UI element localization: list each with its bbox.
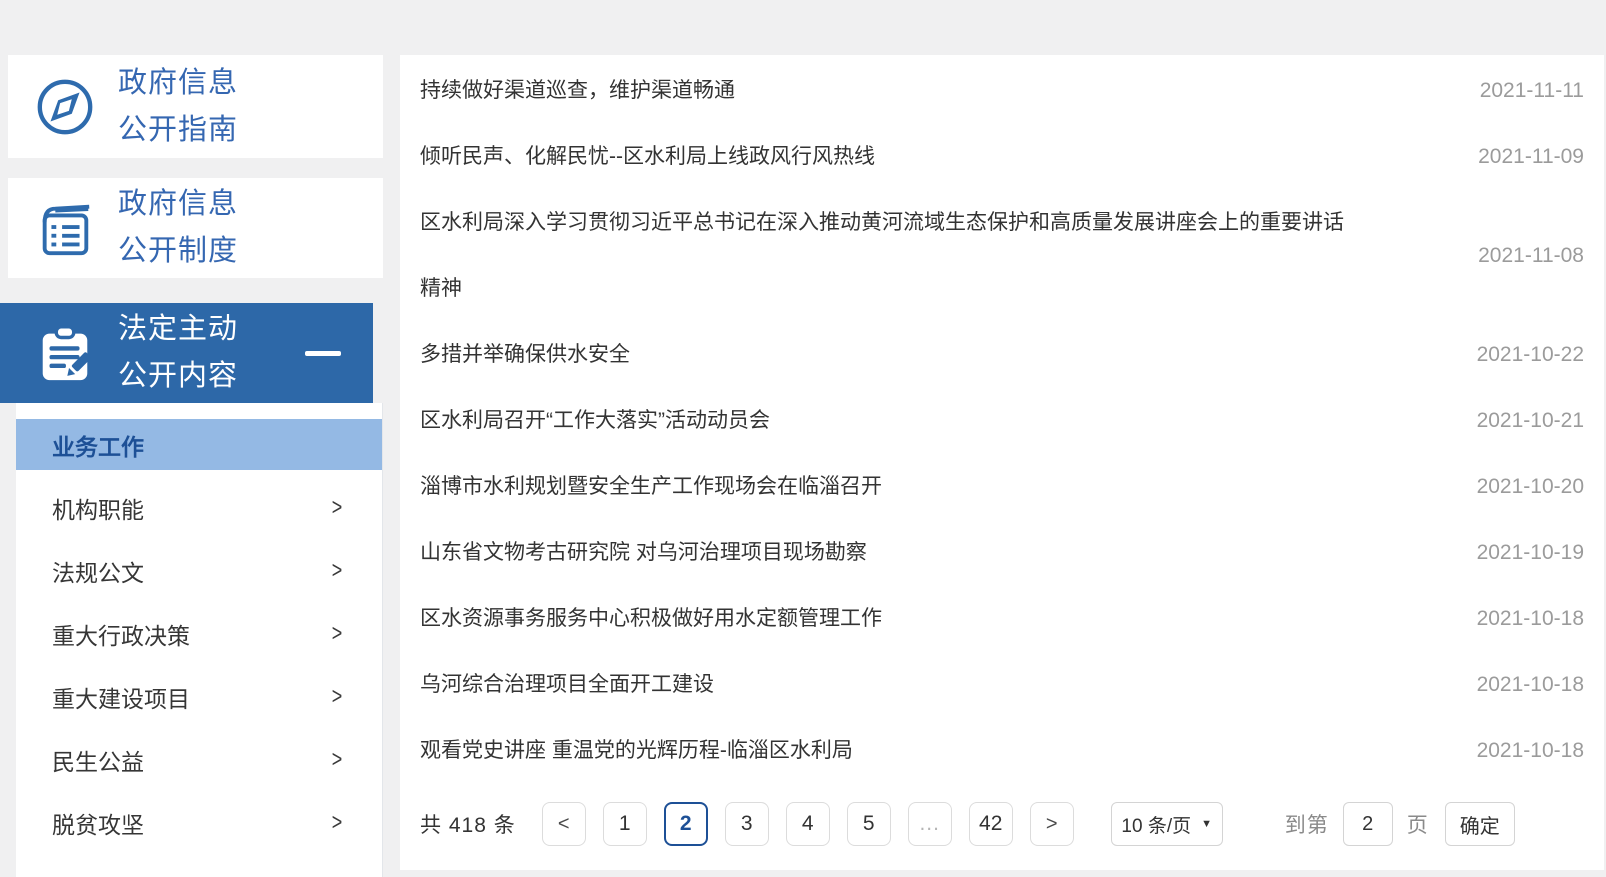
goto-page-prefix-label: 到第 [1284,814,1329,837]
news-date: 2021-10-18 [1476,673,1584,696]
news-row: 区水资源事务服务中心积极做好用水定额管理工作 2021-10-18 [420,586,1584,652]
sub-item-label: 重大行政决策 [52,622,190,649]
page-button-42[interactable]: 42 [968,802,1013,846]
news-date: 2021-10-18 [1476,607,1584,630]
news-row: 乌河综合治理项目全面开工建设 2021-10-18 [420,652,1584,718]
news-row: 多措并举确保供水安全 2021-10-22 [420,322,1584,388]
news-row: 区水利局召开“工作大落实”活动动员会 2021-10-21 [420,388,1584,454]
goto-page-input[interactable] [1342,802,1393,846]
news-row: 观看党史讲座 重温党的光辉历程-临淄区水利局 2021-10-18 [420,718,1584,784]
news-title-link[interactable]: 多措并举确保供水安全 [420,322,630,388]
sidebar-guide-label-line1: 政府信息 [118,66,239,99]
sidebar-item-poverty-alleviation[interactable]: 脱贫攻坚 > [16,797,382,848]
caret-down-icon: ▼ [1201,818,1213,830]
goto-page-suffix-label: 页 [1406,814,1429,837]
chevron-right-icon: > [331,808,343,836]
news-row: 倾听民声、化解民忧--区水利局上线政风行风热线 2021-11-09 [420,124,1584,190]
confirm-button[interactable]: 确定 [1444,802,1515,846]
page-ellipsis-button[interactable]: ... [907,802,952,846]
news-title-link[interactable]: 淄博市水利规划暨安全生产工作现场会在临淄召开 [420,454,882,520]
page-size-select[interactable]: 10 条/页 ▼ [1110,802,1223,846]
compass-icon [37,79,93,134]
news-title-link[interactable]: 区水利局深入学习贯彻习近平总书记在深入推动黄河流域生态保护和高质量发展讲座会上的… [420,190,1360,322]
news-date: 2021-10-19 [1476,541,1584,564]
chevron-right-icon: > [331,619,343,647]
sidebar-item-regulations[interactable]: 法规公文 > [16,545,382,596]
news-title-link[interactable]: 倾听民声、化解民忧--区水利局上线政风行风热线 [420,124,875,190]
news-row: 持续做好渠道巡查，维护渠道畅通 2021-11-11 [420,58,1584,124]
prev-page-button[interactable]: < [541,802,586,846]
sidebar-item-org-functions[interactable]: 机构职能 > [16,482,382,533]
sidebar-legal-label-line1: 法定主动 [118,313,239,345]
book-icon [42,204,90,256]
news-title-link[interactable]: 观看党史讲座 重温党的光辉历程-临淄区水利局 [420,718,853,784]
news-date: 2021-10-22 [1476,343,1584,366]
news-date: 2021-11-09 [1478,145,1584,168]
sidebar-item-public-welfare[interactable]: 民生公益 > [16,734,382,785]
sidebar-legal-label-line2: 公开内容 [118,360,239,392]
page-button-5[interactable]: 5 [846,802,891,846]
chevron-right-icon: > [331,682,343,710]
news-row: 山东省文物考古研究院 对乌河治理项目现场勘察 2021-10-19 [420,520,1584,586]
news-row: 淄博市水利规划暨安全生产工作现场会在临淄召开 2021-10-20 [420,454,1584,520]
page-button-4[interactable]: 4 [785,802,830,846]
clipboard-pencil-icon [42,325,91,381]
chevron-right-icon: > [331,493,343,521]
news-title-link[interactable]: 区水利局召开“工作大落实”活动动员会 [420,388,770,454]
sidebar-item-legal-active-disclosure[interactable]: 法定主动 公开内容 [0,303,373,403]
sidebar-system-label-line2: 公开制度 [118,235,239,267]
news-title-link[interactable]: 山东省文物考古研究院 对乌河治理项目现场勘察 [420,520,867,586]
page-button-1[interactable]: 1 [602,802,647,846]
page-size-value: 10 条/页 [1121,815,1192,837]
news-date: 2021-11-08 [1478,244,1584,267]
chevron-right-icon: > [331,745,343,773]
sub-item-label: 民生公益 [52,748,144,775]
sub-item-label: 重大建设项目 [52,685,190,712]
sidebar-item-business-work[interactable]: 业务工作 [16,419,382,470]
pagination-bar: 共 418 条 < 1 2 3 4 5 ... 42 > 10 条/页 ▼ 到第… [420,802,1584,846]
sidebar-item-gov-info-system[interactable]: 政府信息 公开制度 [8,178,383,278]
news-date: 2021-10-21 [1476,409,1584,432]
sidebar-sub-menu: 业务工作 机构职能 > 法规公文 > 重大行政决策 > 重大建设项目 > 民生公… [16,403,383,877]
sidebar-system-label-line1: 政府信息 [118,188,239,220]
news-date: 2021-10-18 [1476,739,1584,762]
news-date: 2021-10-20 [1476,475,1584,498]
sub-item-label: 法规公文 [52,559,144,586]
news-date: 2021-11-11 [1479,79,1584,102]
chevron-right-icon: > [331,556,343,584]
pagination-total-count: 共 418 条 [420,814,516,837]
next-page-button[interactable]: > [1029,802,1074,846]
sub-item-label: 机构职能 [52,496,144,523]
sidebar-item-major-construction[interactable]: 重大建设项目 > [16,671,382,722]
sidebar-item-major-admin-decisions[interactable]: 重大行政决策 > [16,608,382,659]
news-list: 持续做好渠道巡查，维护渠道畅通 2021-11-11 倾听民声、化解民忧--区水… [400,55,1604,784]
page-button-3[interactable]: 3 [724,802,769,846]
sidebar-guide-label-line2: 公开指南 [118,113,239,146]
news-list-panel: 持续做好渠道巡查，维护渠道畅通 2021-11-11 倾听民声、化解民忧--区水… [400,55,1604,870]
collapse-minus-icon[interactable] [305,351,341,356]
sub-item-label: 脱贫攻坚 [52,811,144,838]
news-title-link[interactable]: 区水资源事务服务中心积极做好用水定额管理工作 [420,586,882,652]
news-title-link[interactable]: 乌河综合治理项目全面开工建设 [420,652,714,718]
news-title-link[interactable]: 持续做好渠道巡查，维护渠道畅通 [420,58,735,124]
page-button-2-active[interactable]: 2 [663,802,708,846]
news-row: 区水利局深入学习贯彻习近平总书记在深入推动黄河流域生态保护和高质量发展讲座会上的… [420,190,1584,322]
sidebar-item-gov-info-guide[interactable]: 政府信息 公开指南 [8,55,383,158]
sub-item-label: 业务工作 [52,433,144,460]
